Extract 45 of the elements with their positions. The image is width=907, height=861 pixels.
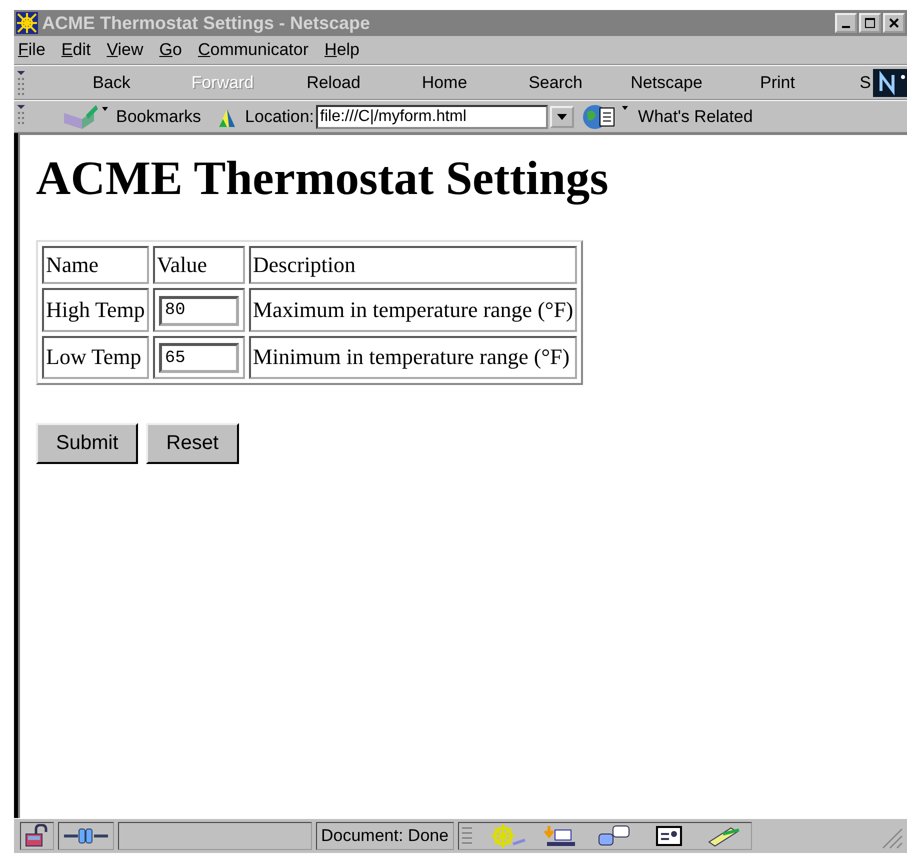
toolbar-button[interactable]: Netscape bbox=[611, 72, 722, 92]
maximize-icon bbox=[865, 18, 875, 28]
page-heading: ACME Thermostat Settings bbox=[36, 151, 610, 206]
menu-item[interactable]: Help bbox=[324, 40, 360, 60]
window-title: ACME Thermostat Settings - Netscape bbox=[42, 12, 372, 34]
minimize-icon bbox=[842, 26, 850, 28]
table-cell: Minimum in temperature range (°F) bbox=[248, 336, 578, 379]
toolbar-button[interactable]: S bbox=[833, 72, 871, 92]
app-icon bbox=[16, 12, 38, 34]
menu-item[interactable]: View bbox=[106, 40, 144, 60]
maximize-button[interactable] bbox=[859, 13, 881, 33]
dropdown-button[interactable] bbox=[550, 106, 574, 128]
location-label: Location: bbox=[245, 106, 314, 126]
menu-item[interactable]: Communicator bbox=[198, 40, 309, 60]
toolbar-button[interactable]: Reload bbox=[278, 72, 389, 92]
table-cell: Maximum in temperature range (°F) bbox=[248, 288, 578, 332]
bookmarks-button[interactable]: Bookmarks bbox=[60, 102, 202, 130]
minimize-button[interactable] bbox=[835, 13, 857, 33]
location-field[interactable]: file:///C|/myform.html bbox=[316, 104, 548, 128]
close-button[interactable] bbox=[883, 13, 905, 33]
toolbar-button[interactable]: Back bbox=[56, 72, 167, 92]
value-field[interactable]: 80 bbox=[158, 296, 239, 326]
padlock-icon bbox=[24, 824, 50, 848]
column-header: Value bbox=[152, 246, 245, 284]
menu-item[interactable]: Go bbox=[159, 40, 182, 60]
toolbar-button[interactable]: Print bbox=[722, 72, 833, 92]
close-icon bbox=[889, 18, 899, 28]
plug-icon bbox=[62, 826, 110, 846]
toolbar-grip-icon[interactable] bbox=[16, 68, 26, 96]
security-button[interactable] bbox=[20, 822, 54, 850]
form-button[interactable]: Submit bbox=[36, 423, 138, 464]
column-header: Name bbox=[42, 246, 149, 284]
column-header: Description bbox=[248, 246, 578, 284]
value-field[interactable]: 65 bbox=[158, 343, 239, 373]
toolbar-button[interactable]: Home bbox=[389, 72, 500, 92]
menu-item[interactable]: Edit bbox=[61, 40, 91, 60]
caret-icon bbox=[557, 114, 568, 120]
status-text: Document: Done bbox=[316, 822, 454, 850]
table-cell: Low Temp bbox=[42, 336, 149, 379]
table-cell: High Temp bbox=[42, 288, 149, 332]
whats-related-button[interactable]: What's Related bbox=[582, 102, 753, 132]
form-button[interactable]: Reset bbox=[146, 423, 238, 464]
menu-item[interactable]: File bbox=[18, 40, 46, 60]
toolbar-button[interactable]: Search bbox=[500, 72, 611, 92]
logo-icon[interactable] bbox=[873, 68, 907, 96]
